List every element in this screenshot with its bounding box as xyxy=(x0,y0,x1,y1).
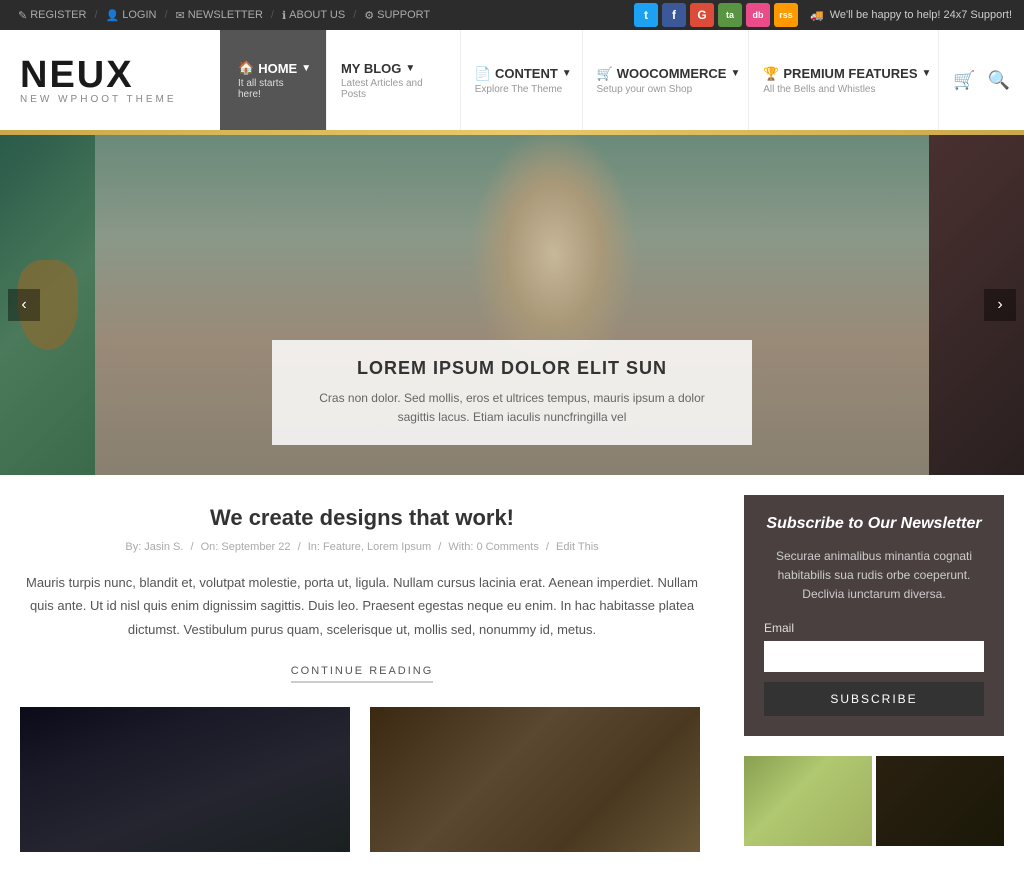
nav-content[interactable]: 📄 CONTENT ▼ Explore The Theme xyxy=(461,30,583,130)
sidebar: Subscribe to Our Newsletter Securae anim… xyxy=(724,475,1024,882)
nav-home[interactable]: 🏠 HOME ▼ It all starts here! xyxy=(220,30,327,130)
article-category: In: Feature, Lorem Ipsum xyxy=(308,541,432,553)
premium-dropdown-icon: ▼ xyxy=(922,68,932,79)
home-dropdown-icon: ▼ xyxy=(301,63,311,74)
sidebar-image-2 xyxy=(876,756,1004,846)
logo[interactable]: NEUX NEW WPHOOT THEME xyxy=(0,56,220,105)
newsletter-title: Subscribe to Our Newsletter xyxy=(764,515,984,533)
truck-icon: 🚚 xyxy=(810,9,824,22)
main-nav: 🏠 HOME ▼ It all starts here! MY BLOG ▼ L… xyxy=(220,30,1024,130)
content-icon: 📄 xyxy=(475,66,491,82)
cart-icon[interactable]: 🛒 xyxy=(953,70,975,91)
register-link[interactable]: ✎ REGISTER xyxy=(12,9,92,22)
article-edit[interactable]: Edit This xyxy=(556,541,599,553)
slider-description: Cras non dolor. Sed mollis, eros et ultr… xyxy=(302,389,722,427)
article-date: On: September 22 xyxy=(201,541,291,553)
slider-next-button[interactable]: › xyxy=(984,289,1016,321)
article-body: Mauris turpis nunc, blandit et, volutpat… xyxy=(20,571,704,641)
search-icon[interactable]: 🔍 xyxy=(988,70,1010,91)
slider-prev-button[interactable]: ‹ xyxy=(8,289,40,321)
nav-woocommerce[interactable]: 🛒 WOOCOMMERCE ▼ Setup your own Shop xyxy=(583,30,750,130)
about-icon: ℹ xyxy=(282,9,286,22)
slider-left-panel: ‹ xyxy=(0,135,95,475)
article-meta: By: Jasin S. / On: September 22 / In: Fe… xyxy=(20,541,704,553)
bottom-image-2 xyxy=(370,707,700,852)
newsletter-icon: ✉ xyxy=(176,9,185,22)
email-label: Email xyxy=(764,621,984,635)
support-link[interactable]: ⚙ SUPPORT xyxy=(358,9,436,22)
bottom-images xyxy=(20,707,704,852)
slider-right-panel: › xyxy=(929,135,1024,475)
slider: ‹ LOREM IPSUM DOLOR ELIT SUN Cras non do… xyxy=(0,135,1024,475)
continue-reading-link[interactable]: CONTINUE READING xyxy=(291,665,434,683)
premium-icon: 🏆 xyxy=(763,66,779,82)
email-input[interactable] xyxy=(764,641,984,672)
register-icon: ✎ xyxy=(18,9,27,22)
nav-premium[interactable]: 🏆 PREMIUM FEATURES ▼ All the Bells and W… xyxy=(749,30,939,130)
newsletter-desc: Securae animalibus minantia cognati habi… xyxy=(764,547,984,605)
newsletter-link[interactable]: ✉ NEWSLETTER xyxy=(170,9,269,22)
article-title: We create designs that work! xyxy=(20,505,704,531)
twitter-icon[interactable]: t xyxy=(634,3,658,27)
support-message: 🚚 We'll be happy to help! 24x7 Support! xyxy=(810,9,1012,22)
woo-icon: 🛒 xyxy=(597,66,613,82)
newsletter-box: Subscribe to Our Newsletter Securae anim… xyxy=(744,495,1004,736)
myblog-dropdown-icon: ▼ xyxy=(405,63,415,74)
facebook-icon[interactable]: f xyxy=(662,3,686,27)
top-bar-links: ✎ REGISTER / 👤 LOGIN / ✉ NEWSLETTER / ℹ … xyxy=(12,9,436,22)
article-comments: With: 0 Comments xyxy=(448,541,538,553)
logo-subtitle: NEW WPHOOT THEME xyxy=(20,94,200,105)
about-us-link[interactable]: ℹ ABOUT US xyxy=(276,9,351,22)
slider-caption: LOREM IPSUM DOLOR ELIT SUN Cras non dolo… xyxy=(272,340,752,445)
nav-my-blog[interactable]: MY BLOG ▼ Latest Articles and Posts xyxy=(327,30,461,130)
nav-tools: 🛒 🔍 xyxy=(939,30,1024,130)
subscribe-button[interactable]: SUBSCRIBE xyxy=(764,682,984,716)
logo-title: NEUX xyxy=(20,56,200,94)
content-dropdown-icon: ▼ xyxy=(562,68,572,79)
continue-reading: CONTINUE READING xyxy=(20,661,704,677)
home-icon: 🏠 xyxy=(238,60,254,76)
support-icon: ⚙ xyxy=(364,9,374,22)
rss-icon[interactable]: rss xyxy=(774,3,798,27)
top-bar: ✎ REGISTER / 👤 LOGIN / ✉ NEWSLETTER / ℹ … xyxy=(0,0,1024,30)
header: NEUX NEW WPHOOT THEME 🏠 HOME ▼ It all st… xyxy=(0,30,1024,130)
bottom-image-1 xyxy=(20,707,350,852)
article-author: By: Jasin S. xyxy=(125,541,183,553)
google-icon[interactable]: G xyxy=(690,3,714,27)
main-content: We create designs that work! By: Jasin S… xyxy=(0,475,1024,882)
woo-dropdown-icon: ▼ xyxy=(730,68,740,79)
slider-main: LOREM IPSUM DOLOR ELIT SUN Cras non dolo… xyxy=(95,135,929,475)
dribbble-icon[interactable]: db xyxy=(746,3,770,27)
content-area: We create designs that work! By: Jasin S… xyxy=(0,475,724,882)
sidebar-images xyxy=(744,756,1004,846)
slider-title: LOREM IPSUM DOLOR ELIT SUN xyxy=(302,358,722,379)
login-link[interactable]: 👤 LOGIN xyxy=(100,9,163,22)
tripadvisor-icon[interactable]: ta xyxy=(718,3,742,27)
top-bar-right: t f G ta db rss 🚚 We'll be happy to help… xyxy=(634,3,1012,27)
sidebar-image-1 xyxy=(744,756,872,846)
login-icon: 👤 xyxy=(106,9,120,22)
